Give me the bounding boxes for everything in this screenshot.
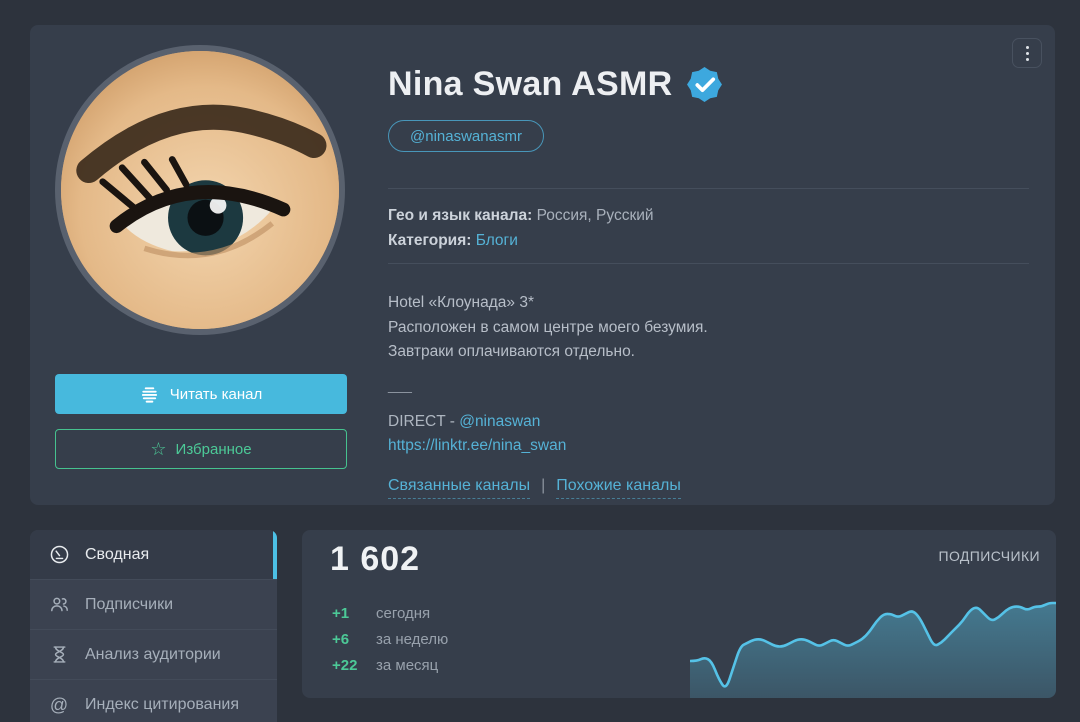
external-link-row: https://linktr.ee/nina_swan [388,437,566,455]
at-icon: @ [49,694,69,715]
channel-title: Nina Swan ASMR [388,65,673,103]
channel-description: Hotel «Клоунада» 3* Расположен в самом ц… [388,291,708,365]
username-pill[interactable]: @ninaswanasmr [388,120,544,152]
subscribers-chart [690,601,1056,698]
direct-label: DIRECT - [388,413,460,430]
sidebar-item-audience-analysis[interactable]: Анализ аудитории [30,630,277,680]
direct-username-link[interactable]: @ninaswan [459,413,540,430]
channel-avatar [55,45,345,335]
category-label: Категория: [388,232,472,249]
sidebar-item-citation-index[interactable]: @ Индекс цитирования [30,680,277,722]
related-channels-link[interactable]: Связанные каналы [388,477,531,499]
avatar-eye-illustration [61,51,339,329]
kebab-dot [1025,51,1029,55]
star-icon: ☆ [150,439,167,459]
geo-label: Гео и язык канала: [388,207,533,224]
subscribers-total: 1 602 [330,540,421,578]
username-label: @ninaswanasmr [410,127,522,145]
favorite-label: Избранное [175,440,252,458]
divider [388,188,1029,189]
sidebar-item-label: Подписчики [85,595,174,613]
category-link[interactable]: Блоги [476,232,518,249]
stat-delta: +1 [332,604,350,622]
geo-block: Гео и язык канала: Россия, Русский Катег… [388,203,654,253]
profile-card: Читать канал ☆ Избранное Nina Swan ASMR … [30,25,1055,505]
description-line: Расположен в самом центре моего безумия. [388,318,708,336]
stat-period: сегодня [376,604,431,622]
description-line: Завтраки оплачиваются отдельно. [388,343,635,360]
stat-row-week: +6 за неделю [332,626,448,652]
users-icon [48,594,70,616]
category-row: Категория: Блоги [388,228,654,253]
subscribers-summary-card: 1 602 ПОДПИСЧИКИ +1 сегодня +6 за неделю… [302,530,1056,698]
sidebar-item-label: Сводная [85,545,150,563]
links-divider: | [541,477,546,494]
geo-value: Россия, Русский [536,207,654,224]
geo-row: Гео и язык канала: Россия, Русский [388,203,654,228]
stat-period: за месяц [376,656,439,674]
sidebar-item-summary[interactable]: Сводная [30,530,277,580]
read-channel-button[interactable]: Читать канал [55,374,347,414]
hourglass-icon [48,644,70,666]
stat-row-month: +22 за месяц [332,652,448,678]
stat-row-today: +1 сегодня [332,600,448,626]
sidebar-item-label: Индекс цитирования [85,695,240,713]
external-link[interactable]: https://linktr.ee/nina_swan [388,437,566,454]
read-channel-label: Читать канал [169,385,263,403]
stat-delta: +22 [332,656,358,674]
verified-badge-icon [687,67,723,102]
description-line: Hotel «Клоунада» 3* [388,294,534,311]
kebab-menu-button[interactable] [1012,38,1042,68]
stat-delta: +6 [332,630,350,648]
subscriber-stats: +1 сегодня +6 за неделю +22 за месяц [332,600,448,678]
sidebar-nav: Сводная Подписчики Анализ аудитории @ Ин… [30,530,277,722]
direct-row: DIRECT - @ninaswan [388,413,540,431]
stat-period: за неделю [376,630,449,648]
sidebar-item-subscribers[interactable]: Подписчики [30,580,277,630]
favorite-button[interactable]: ☆ Избранное [55,429,347,469]
gauge-icon [48,544,70,566]
description-separator: ___ [388,377,412,394]
title-row: Nina Swan ASMR [388,65,723,104]
kebab-dot [1025,57,1029,61]
subscribers-card-label: ПОДПИСЧИКИ [938,548,1040,564]
sidebar-item-label: Анализ аудитории [85,645,221,663]
channel-links-row: Связанные каналы | Похожие каналы [388,477,681,499]
kebab-dot [1025,45,1029,49]
divider [388,263,1029,264]
feed-icon [141,386,157,403]
similar-channels-link[interactable]: Похожие каналы [556,477,681,499]
